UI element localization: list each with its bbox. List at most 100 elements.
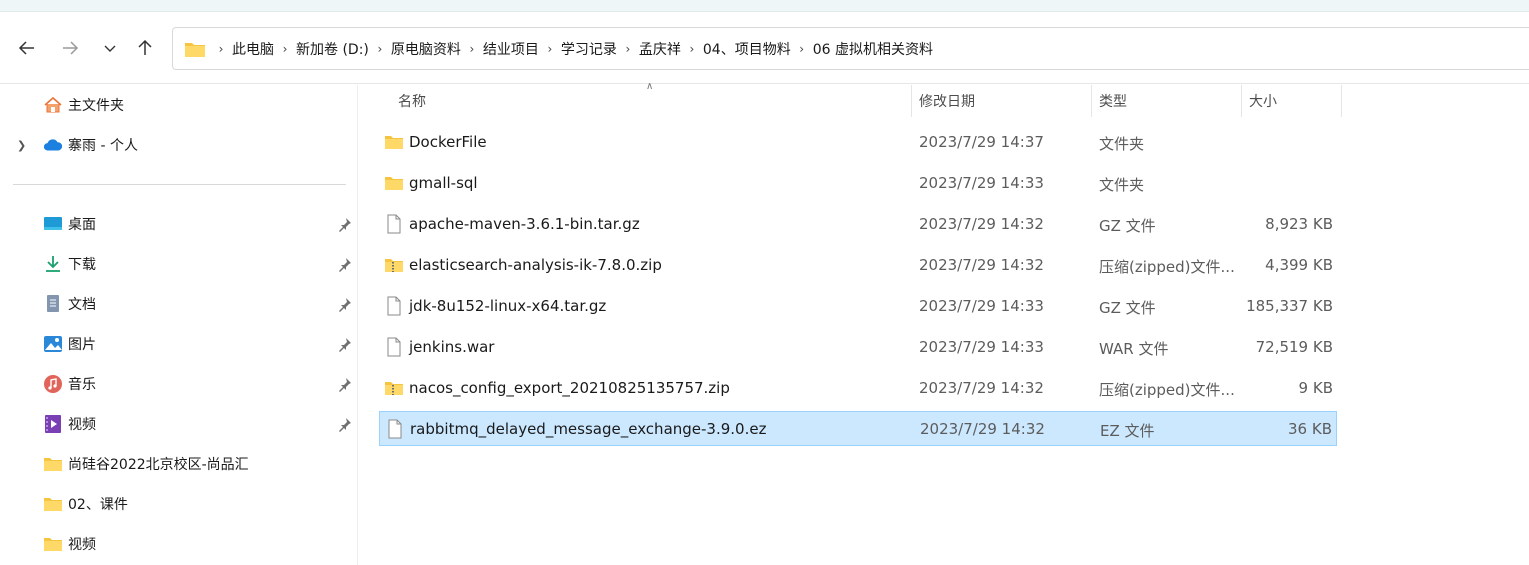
column-header-name[interactable]: 名称 [388, 85, 912, 117]
sidebar-item-music[interactable]: 音乐 [0, 364, 358, 404]
file-list: ∧ 名称 修改日期 类型 大小 DockerFile 2023/7/29 14:… [360, 81, 1529, 565]
column-header-type[interactable]: 类型 [1092, 85, 1242, 117]
breadcrumb-separator[interactable]: › [539, 42, 561, 56]
pin-icon[interactable] [337, 416, 353, 432]
file-row[interactable]: apache-maven-3.6.1-bin.tar.gz 2023/7/29 … [379, 207, 1337, 242]
file-date: 2023/7/29 14:32 [919, 379, 1044, 397]
pin-icon[interactable] [337, 336, 353, 352]
file-name: jdk-8u152-linux-x64.tar.gz [409, 297, 607, 315]
file-row[interactable]: elasticsearch-analysis-ik-7.8.0.zip 2023… [379, 248, 1337, 283]
file-size: 9 KB [1298, 379, 1333, 397]
file-type: GZ 文件 [1099, 299, 1156, 317]
sidebar-item-label: 下载 [68, 257, 96, 273]
folder-icon [43, 454, 63, 474]
sidebar-item-documents[interactable]: 文档 [0, 284, 358, 324]
pin-icon[interactable] [337, 296, 353, 312]
breadcrumb-item[interactable]: 04、项目物料 [703, 39, 791, 59]
folder-icon [43, 534, 63, 554]
recent-locations-button[interactable] [96, 34, 124, 62]
up-button[interactable] [131, 34, 159, 62]
navigation-pane: 主文件夹 ❯ 寨雨 - 个人 桌面 下载 文档 图片 音乐 视频 尚硅谷2022… [0, 85, 358, 565]
file-row[interactable]: gmall-sql 2023/7/29 14:33 文件夹 [379, 166, 1337, 201]
forward-button[interactable] [56, 34, 84, 62]
breadcrumb-item[interactable]: 孟庆祥 [639, 39, 681, 59]
file-name: apache-maven-3.6.1-bin.tar.gz [409, 215, 640, 233]
sidebar-item-onedrive[interactable]: ❯ 寨雨 - 个人 [0, 125, 358, 165]
file-name: elasticsearch-analysis-ik-7.8.0.zip [409, 256, 662, 274]
column-header-label: 修改日期 [919, 94, 975, 110]
download-icon [43, 254, 63, 274]
file-row[interactable]: DockerFile 2023/7/29 14:37 文件夹 [379, 125, 1337, 160]
file-size: 36 KB [1288, 420, 1332, 438]
sidebar-item-label: 主文件夹 [68, 98, 124, 114]
breadcrumb-item[interactable]: 此电脑 [232, 39, 274, 59]
file-size: 72,519 KB [1255, 338, 1333, 356]
breadcrumb-item[interactable]: 新加卷 (D:) [296, 39, 369, 59]
breadcrumb-separator[interactable]: › [681, 42, 703, 56]
sidebar-item-label: 寨雨 - 个人 [68, 138, 138, 154]
sidebar-item-folder[interactable]: 视频 [0, 524, 358, 564]
pictures-icon [43, 334, 63, 354]
file-type: 压缩(zipped)文件... [1099, 381, 1235, 399]
breadcrumb-item[interactable]: 结业项目 [483, 39, 539, 59]
breadcrumb-separator[interactable]: › [461, 42, 483, 56]
breadcrumb-separator[interactable]: › [274, 42, 296, 56]
sidebar-item-folder[interactable]: 尚硅谷2022北京校区-尚品汇 [0, 444, 358, 484]
sidebar-item-desktop[interactable]: 桌面 [0, 204, 358, 244]
music-icon [43, 374, 63, 394]
file-row-selected[interactable]: rabbitmq_delayed_message_exchange-3.9.0.… [379, 411, 1337, 446]
column-header-label: 名称 [398, 94, 426, 110]
chevron-right-icon[interactable]: ❯ [17, 139, 26, 152]
pin-icon[interactable] [337, 256, 353, 272]
sidebar-item-videos[interactable]: 视频 [0, 404, 358, 444]
file-icon [387, 296, 401, 316]
file-type: 压缩(zipped)文件... [1099, 258, 1235, 276]
file-date: 2023/7/29 14:32 [919, 256, 1044, 274]
sidebar-item-downloads[interactable]: 下载 [0, 244, 358, 284]
sidebar-item-pictures[interactable]: 图片 [0, 324, 358, 364]
file-icon [387, 337, 401, 357]
file-type: 文件夹 [1099, 176, 1145, 194]
breadcrumb-separator[interactable]: › [791, 42, 813, 56]
file-row[interactable]: nacos_config_export_20210825135757.zip 2… [379, 371, 1337, 406]
file-row[interactable]: jdk-8u152-linux-x64.tar.gz 2023/7/29 14:… [379, 289, 1337, 324]
folder-icon [385, 177, 403, 190]
pin-icon[interactable] [337, 216, 353, 232]
folder-icon [185, 42, 205, 57]
file-type: GZ 文件 [1099, 217, 1156, 235]
title-strip [0, 0, 1529, 12]
file-size: 4,399 KB [1265, 256, 1333, 274]
sidebar-item-label: 视频 [68, 417, 96, 433]
breadcrumb-separator[interactable]: › [617, 42, 639, 56]
arrow-left-icon [18, 41, 34, 55]
sidebar-item-label: 图片 [68, 337, 96, 353]
column-header-size[interactable]: 大小 [1242, 85, 1342, 117]
breadcrumb-separator[interactable]: › [369, 42, 391, 56]
file-name: gmall-sql [409, 174, 478, 192]
file-date: 2023/7/29 14:33 [919, 338, 1044, 356]
file-size: 185,337 KB [1246, 297, 1333, 315]
sidebar-item-label: 文档 [68, 297, 96, 313]
file-row[interactable]: jenkins.war 2023/7/29 14:33 WAR 文件 72,51… [379, 330, 1337, 365]
sidebar-item-home[interactable]: 主文件夹 [0, 85, 358, 125]
back-button[interactable] [13, 34, 41, 62]
file-name: nacos_config_export_20210825135757.zip [409, 379, 730, 397]
address-bar[interactable]: › 此电脑 › 新加卷 (D:) › 原电脑资料 › 结业项目 › 学习记录 ›… [172, 27, 1529, 70]
breadcrumb-item[interactable]: 学习记录 [561, 39, 617, 59]
column-header-date[interactable]: 修改日期 [912, 85, 1092, 117]
navigation-bar: › 此电脑 › 新加卷 (D:) › 原电脑资料 › 结业项目 › 学习记录 ›… [0, 12, 1529, 84]
folder-icon [43, 494, 63, 514]
chevron-down-icon [104, 45, 116, 52]
file-date: 2023/7/29 14:32 [920, 420, 1045, 438]
file-type: WAR 文件 [1099, 340, 1169, 358]
sidebar-item-label: 尚硅谷2022北京校区-尚品汇 [68, 457, 249, 473]
breadcrumb-item-current[interactable]: 06 虚拟机相关资料 [813, 39, 933, 59]
zip-folder-icon [385, 259, 403, 272]
pin-icon[interactable] [337, 376, 353, 392]
desktop-icon [43, 214, 63, 234]
document-icon [43, 294, 63, 314]
breadcrumb-item[interactable]: 原电脑资料 [391, 39, 461, 59]
breadcrumb-separator: › [218, 41, 224, 56]
file-date: 2023/7/29 14:32 [919, 215, 1044, 233]
sidebar-item-folder[interactable]: 02、课件 [0, 484, 358, 524]
